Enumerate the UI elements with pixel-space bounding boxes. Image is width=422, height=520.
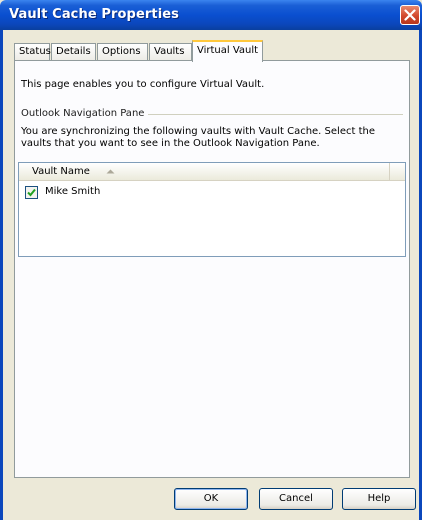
cancel-button[interactable]: Cancel	[259, 488, 333, 510]
vault-list[interactable]: Vault Name Mike Smith	[18, 162, 406, 257]
column-header-label: Vault Name	[32, 166, 90, 177]
sort-ascending-icon	[106, 169, 115, 174]
group-label-outlook-navigation-pane: Outlook Navigation Pane	[21, 108, 149, 119]
tab-options[interactable]: Options	[97, 43, 148, 61]
title-bar[interactable]: Vault Cache Properties	[0, 0, 422, 30]
tab-virtual-vault[interactable]: Virtual Vault	[192, 40, 263, 62]
column-header-vault-name[interactable]: Vault Name	[19, 163, 390, 180]
sync-instructions: You are synchronizing the following vaul…	[21, 126, 375, 149]
help-button[interactable]: Help	[342, 488, 416, 510]
page-description: This page enables you to configure Virtu…	[21, 79, 265, 90]
vault-cache-properties-dialog: Vault Cache Properties Status Details Op…	[0, 0, 422, 520]
virtual-vault-page: This page enables you to configure Virtu…	[14, 60, 410, 478]
checkmark-icon	[27, 188, 36, 197]
vault-checkbox[interactable]	[25, 186, 38, 199]
tab-details[interactable]: Details	[51, 43, 96, 61]
close-button[interactable]	[400, 5, 420, 25]
tab-vaults[interactable]: Vaults	[149, 43, 192, 61]
window-title: Vault Cache Properties	[9, 7, 180, 22]
window-frame-left	[0, 30, 3, 520]
ok-button[interactable]: OK	[174, 488, 248, 510]
close-icon	[404, 9, 416, 21]
list-header: Vault Name	[19, 163, 405, 181]
vault-name: Mike Smith	[45, 186, 101, 197]
tab-status[interactable]: Status	[14, 43, 51, 61]
